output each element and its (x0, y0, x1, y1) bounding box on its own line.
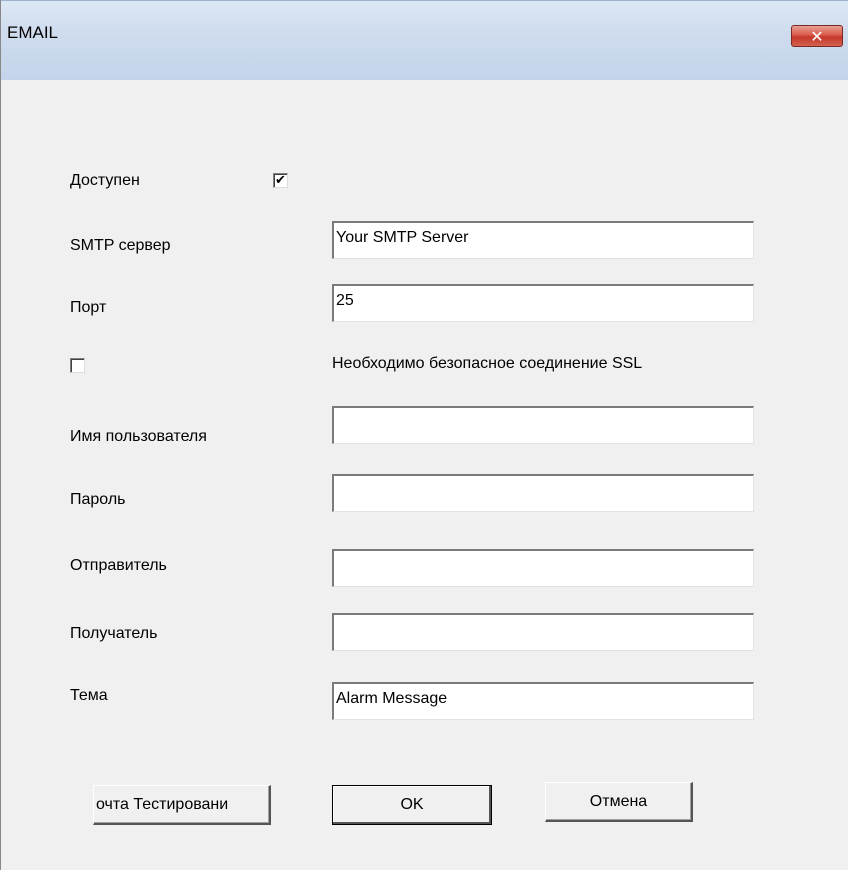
ok-button[interactable]: OK (332, 785, 492, 825)
ok-button-label: OK (400, 796, 424, 813)
smtp-server-label: SMTP сервер (70, 237, 171, 254)
password-label: Пароль (70, 491, 126, 508)
port-input[interactable]: 25 (332, 284, 754, 322)
enabled-label: Доступен (70, 172, 140, 189)
password-input[interactable] (332, 474, 754, 512)
smtp-server-input[interactable]: Your SMTP Server (332, 221, 754, 259)
recipient-input[interactable] (332, 613, 754, 651)
window-title: EMAIL (7, 23, 59, 42)
username-input[interactable] (332, 406, 754, 444)
test-email-button[interactable]: очта Тестировани (93, 785, 271, 825)
sender-label: Отправитель (70, 557, 167, 574)
port-label: Порт (70, 299, 107, 316)
cancel-button[interactable]: Отмена (545, 782, 693, 822)
title-bar[interactable]: EMAIL ✕ (1, 0, 848, 80)
email-dialog: EMAIL ✕ Доступен ✔ SMTP сервер Your SMTP… (0, 0, 848, 870)
checkmark-icon: ✔ (275, 173, 286, 188)
test-email-button-label: очта Тестировани (96, 795, 229, 813)
enabled-checkbox[interactable]: ✔ (273, 173, 288, 188)
cancel-button-label: Отмена (589, 792, 648, 810)
ssl-checkbox[interactable] (70, 358, 85, 373)
ssl-label: Необходимо безопасное соединение SSL (332, 355, 643, 372)
username-label: Имя пользователя (70, 428, 207, 445)
recipient-label: Получатель (70, 625, 158, 642)
subject-input[interactable]: Alarm Message (332, 682, 754, 720)
close-icon: ✕ (810, 26, 824, 46)
sender-input[interactable] (332, 549, 754, 587)
subject-label: Тема (70, 687, 108, 704)
close-button[interactable]: ✕ (791, 25, 843, 47)
